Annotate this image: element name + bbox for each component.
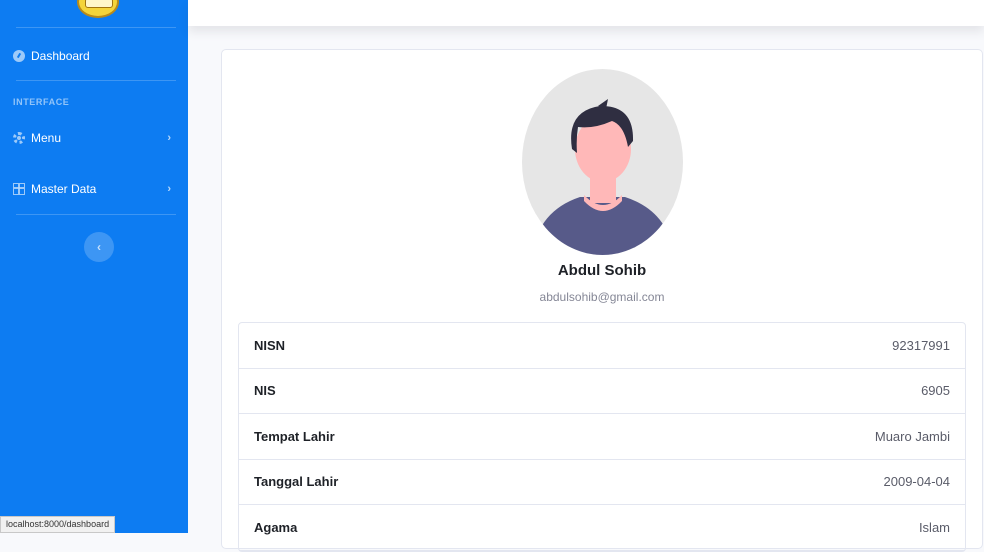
- sidebar-divider: [16, 80, 176, 81]
- field-value: 2009-04-04: [883, 474, 951, 490]
- list-item: NIS 6905: [239, 369, 965, 414]
- sidebar-item-dashboard[interactable]: Dashboard: [13, 45, 181, 67]
- dashboard-icon: [13, 50, 25, 62]
- sidebar-toggle-button[interactable]: ‹: [84, 232, 114, 262]
- field-label: NIS: [254, 383, 276, 399]
- field-label: NISN: [254, 337, 286, 353]
- chevron-right-icon: ›: [167, 183, 171, 195]
- sidebar-item-menu[interactable]: Menu ›: [13, 127, 181, 149]
- logo[interactable]: [77, 0, 119, 18]
- sidebar-item-label: Master Data: [31, 182, 97, 196]
- sidebar-heading: INTERFACE: [13, 97, 70, 107]
- sidebar: Dashboard INTERFACE Menu › Master Data ›…: [0, 0, 188, 533]
- avatar-svg: [532, 99, 674, 255]
- chevron-right-icon: ›: [167, 132, 171, 144]
- profile-info-list: NISN 92317991 NIS 6905 Tempat Lahir Muar…: [238, 322, 966, 552]
- profile-email: abdulsohib@gmail.com: [539, 290, 665, 304]
- sidebar-item-label: Menu: [31, 131, 62, 145]
- list-item: Tempat Lahir Muaro Jambi: [239, 414, 965, 460]
- status-bar-url: localhost:8000/dashboard: [0, 516, 116, 533]
- sidebar-item-master-data[interactable]: Master Data ›: [13, 178, 181, 200]
- field-value: 6905: [921, 383, 950, 399]
- table-icon: [13, 183, 25, 195]
- topbar: [188, 0, 984, 26]
- sidebar-divider: [16, 214, 176, 215]
- list-item: NISN 92317991: [239, 323, 965, 369]
- gear-icon: [13, 132, 25, 144]
- field-value: 92317991: [892, 337, 950, 353]
- user-avatar-illustration: [522, 69, 683, 255]
- chevron-left-icon: ‹: [97, 240, 101, 254]
- sidebar-item-label: Dashboard: [31, 49, 90, 63]
- sidebar-divider: [16, 27, 176, 28]
- profile-name: Abdul Sohib: [557, 262, 647, 279]
- list-item: Tanggal Lahir 2009-04-04: [239, 460, 965, 505]
- field-label: Tanggal Lahir: [254, 474, 339, 490]
- list-item: Agama Islam: [239, 505, 965, 551]
- field-value: Muaro Jambi: [874, 428, 950, 444]
- profile-card: Abdul Sohib abdulsohib@gmail.com NISN 92…: [221, 49, 983, 552]
- field-label: Tempat Lahir: [254, 428, 335, 444]
